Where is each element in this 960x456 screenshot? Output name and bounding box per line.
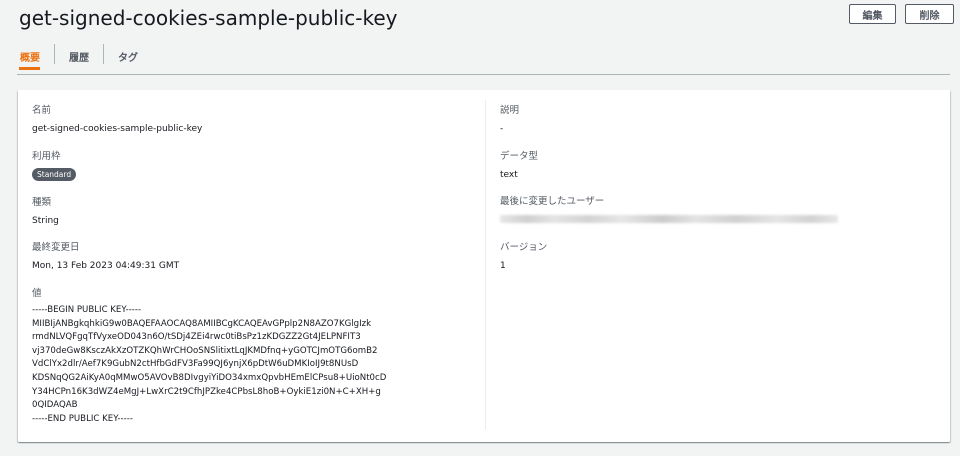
last-modified-field: 最終変更日 Mon, 13 Feb 2023 04:49:31 GMT xyxy=(32,242,179,272)
tab-divider xyxy=(17,74,950,75)
tier-field: 利用枠 Standard xyxy=(32,151,77,181)
last-modified-label: 最終変更日 xyxy=(32,242,80,253)
parameter-details-page: get-signed-cookies-sample-public-key 編集 … xyxy=(0,0,960,456)
type-label: 種類 xyxy=(32,197,52,208)
tab-history[interactable]: 履歴 xyxy=(55,44,103,70)
page-title: get-signed-cookies-sample-public-key xyxy=(19,6,398,30)
tier-badge: Standard xyxy=(32,168,77,181)
last-modified-value: Mon, 13 Feb 2023 04:49:31 GMT xyxy=(32,261,180,271)
tab-bar: 概要 履歴 タグ xyxy=(19,44,152,74)
name-value: get-signed-cookies-sample-public-key xyxy=(32,124,203,134)
description-label: 説明 xyxy=(500,105,520,116)
redacted-user-value xyxy=(500,215,838,223)
data-type-label: データ型 xyxy=(500,151,539,162)
description-field: 説明 - xyxy=(500,105,519,135)
version-label: バージョン xyxy=(500,242,548,253)
edit-button[interactable]: 編集 xyxy=(849,4,896,24)
version-field: バージョン 1 xyxy=(500,242,547,272)
last-modified-user-field: 最後に変更したユーザー xyxy=(500,196,838,223)
column-divider xyxy=(485,100,486,430)
data-type-field: データ型 text xyxy=(500,151,538,181)
value-label: 値 xyxy=(32,288,42,299)
version-value: 1 xyxy=(500,261,506,271)
data-type-value: text xyxy=(500,170,518,180)
description-value: - xyxy=(500,124,504,134)
details-card: 名前 get-signed-cookies-sample-public-key … xyxy=(18,90,950,442)
name-field: 名前 get-signed-cookies-sample-public-key xyxy=(32,105,202,135)
type-value: String xyxy=(32,216,59,226)
delete-button[interactable]: 削除 xyxy=(905,4,954,24)
name-label: 名前 xyxy=(32,105,52,116)
public-key-value: -----BEGIN PUBLIC KEY----- MIIBIjANBgkqh… xyxy=(32,305,387,424)
value-field: 値 -----BEGIN PUBLIC KEY----- MIIBIjANBgk… xyxy=(32,288,386,426)
type-field: 種類 String xyxy=(32,197,59,227)
tab-tags[interactable]: タグ xyxy=(104,44,152,70)
last-modified-user-label: 最後に変更したユーザー xyxy=(500,196,605,207)
tier-label: 利用枠 xyxy=(32,151,61,162)
tab-overview[interactable]: 概要 xyxy=(19,44,54,70)
